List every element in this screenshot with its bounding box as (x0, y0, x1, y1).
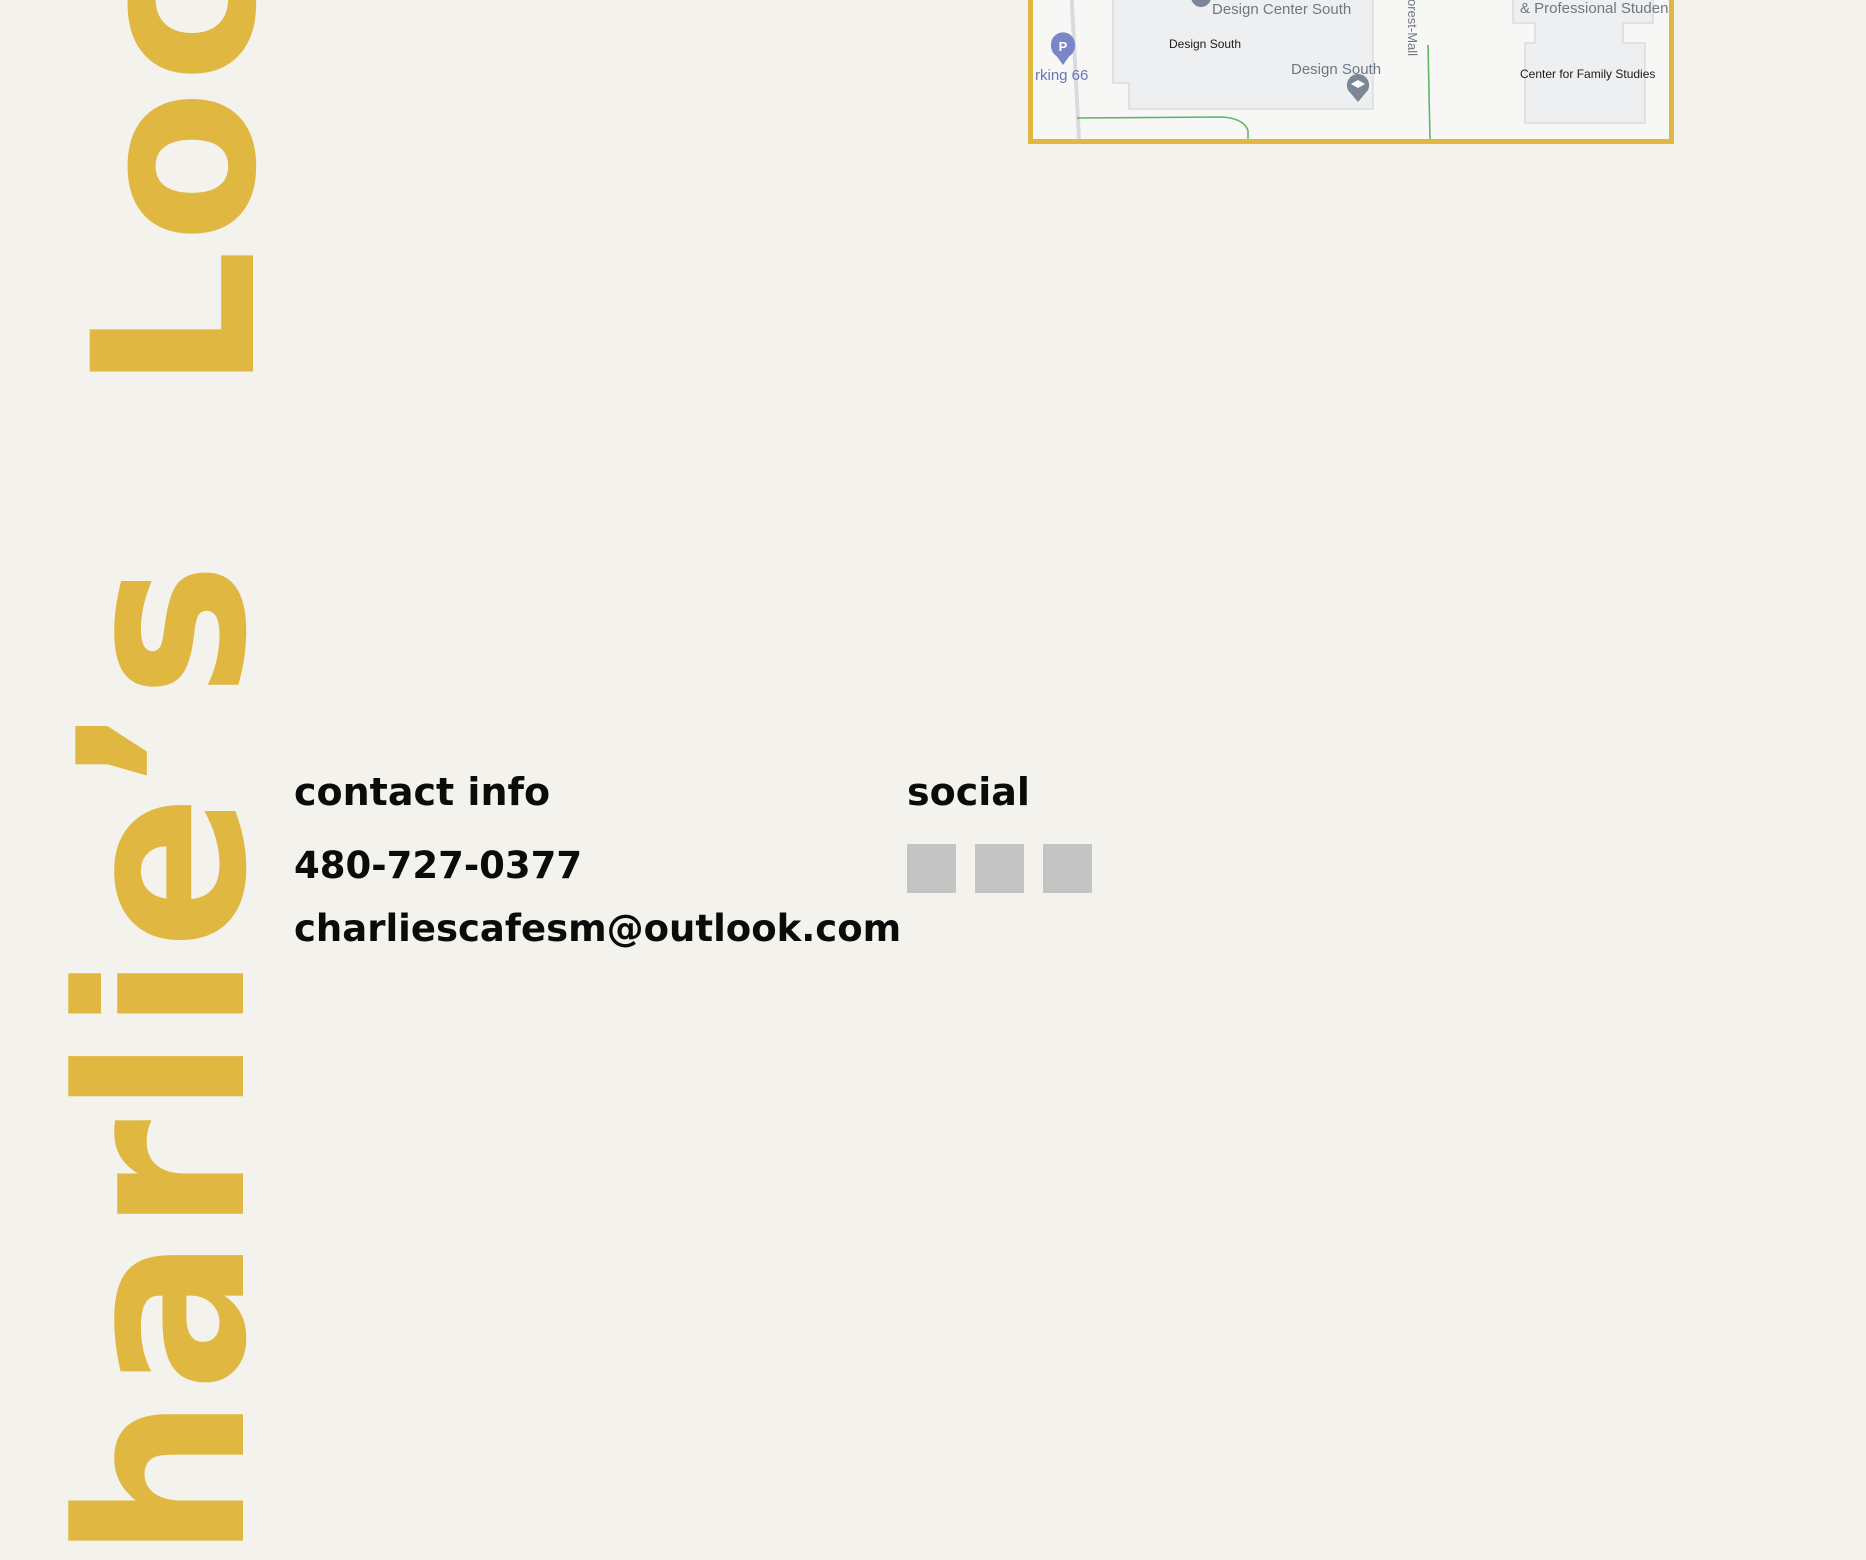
map-label-design-center-south: Design Center South (1212, 1, 1352, 18)
map-label-design-south-small: Design South (1169, 37, 1242, 51)
email-link[interactable]: charliescafesm@outlook.com (294, 907, 901, 950)
contact-info-title: contact info (294, 770, 551, 814)
phone-number-link[interactable]: 480-727-0377 (294, 844, 582, 887)
location-map[interactable]: P Design Center South Design South Desig… (1028, 0, 1674, 144)
map-label-professional-students: & Professional Studen (1520, 0, 1669, 17)
social-icon-1[interactable] (907, 844, 956, 893)
building-family-studies (1512, 0, 1654, 124)
green-path-bottom (1076, 116, 1249, 139)
social-icon-3[interactable] (1043, 844, 1092, 893)
svg-text:P: P (1059, 39, 1068, 54)
map-label-parking: rking 66 (1035, 67, 1089, 84)
social-links (907, 844, 1092, 893)
parking-icon: P (1051, 32, 1075, 65)
social-title: social (907, 770, 1030, 814)
social-icon-2[interactable] (975, 844, 1024, 893)
charlies-heading: harlie’s (31, 557, 298, 1560)
map-label-forest-mall: orest-Mall (1405, 0, 1420, 57)
map-label-family-studies: Center for Family Studies (1520, 67, 1656, 81)
map-label-design-south: Design South (1291, 61, 1382, 78)
locations-heading: Loca (45, 0, 306, 392)
green-path-mall (1427, 44, 1431, 139)
